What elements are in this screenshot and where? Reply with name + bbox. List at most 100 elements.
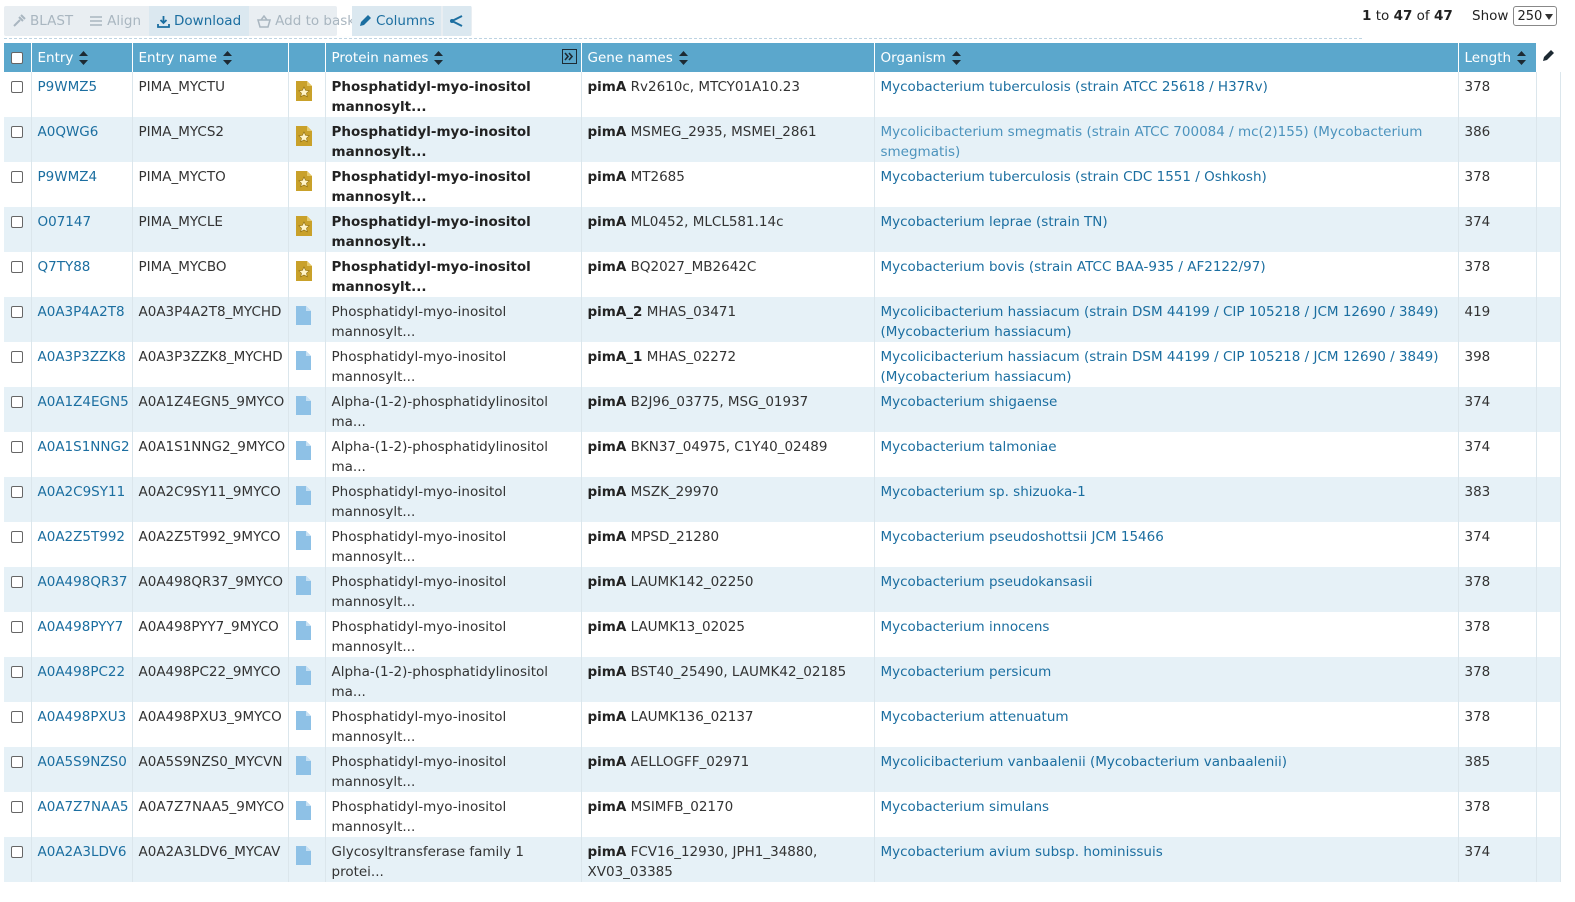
- entry-link[interactable]: A0A3P4A2T8: [38, 304, 125, 320]
- table-row[interactable]: A0A3P4A2T8 A0A3P4A2T8_MYCHD Phosphatidyl-m…: [4, 297, 1561, 342]
- table-row[interactable]: A0A2A3LDV6 A0A2A3LDV6_MYCAV Glycosyltransf…: [4, 837, 1561, 882]
- table-row[interactable]: P9WMZ4 PIMA_MYCTO Phosphatidyl-myo-inosito…: [4, 162, 1561, 207]
- organism-cell: Mycobacterium bovis (strain ATCC BAA-935…: [874, 252, 1459, 297]
- align-button[interactable]: Align: [81, 6, 149, 36]
- organism-link[interactable]: Mycobacterium innocens: [881, 619, 1050, 635]
- organism-link[interactable]: Mycobacterium shigaense: [881, 394, 1058, 410]
- row-checkbox[interactable]: [11, 531, 23, 543]
- table-row[interactable]: A0A498PXU3 A0A498PXU3_9MYCO Phosphatidyl-m…: [4, 702, 1561, 747]
- organism-link[interactable]: Mycolicibacterium hassiacum (strain DSM …: [881, 304, 1439, 340]
- table-row[interactable]: A0A498QR37 A0A498QR37_9MYCO Phosphatidyl-m…: [4, 567, 1561, 612]
- entry-name-cell: A0A498PXU3_9MYCO: [132, 702, 289, 747]
- row-checkbox[interactable]: [11, 846, 23, 858]
- organism-link[interactable]: Mycobacterium tuberculosis (strain CDC 1…: [881, 169, 1267, 185]
- row-checkbox[interactable]: [11, 126, 23, 138]
- column-entry-name[interactable]: Entry name: [132, 43, 289, 72]
- blast-button[interactable]: BLAST: [4, 6, 81, 36]
- organism-link[interactable]: Mycobacterium sp. shizuoka-1: [881, 484, 1086, 500]
- table-row[interactable]: A0QWG6 PIMA_MYCS2 Phosphatidyl-myo-inosito…: [4, 117, 1561, 162]
- download-button[interactable]: Download: [149, 6, 250, 36]
- organism-link[interactable]: Mycobacterium leprae (strain TN): [881, 214, 1108, 230]
- share-button[interactable]: [442, 6, 471, 36]
- entry-link[interactable]: A0A7Z7NAA5: [38, 799, 129, 815]
- gene-others: LAUMK136_02137: [630, 709, 754, 725]
- table-row[interactable]: A0A1Z4EGN5 A0A1Z4EGN5_9MYCO Alpha-(1-2)-ph…: [4, 387, 1561, 432]
- table-row[interactable]: A0A7Z7NAA5 A0A7Z7NAA5_9MYCO Phosphatidyl-m…: [4, 792, 1561, 837]
- gene-names-cell: pimA BQ2027_MB2642C: [581, 252, 875, 297]
- row-checkbox[interactable]: [11, 81, 23, 93]
- row-checkbox[interactable]: [11, 576, 23, 588]
- table-row[interactable]: A0A3P3ZZK8 A0A3P3ZZK8_MYCHD Phosphatidyl-m…: [4, 342, 1561, 387]
- table-row[interactable]: A0A498PC22 A0A498PC22_9MYCO Alpha-(1-2)-ph…: [4, 657, 1561, 702]
- align-icon: [89, 15, 103, 27]
- organism-link[interactable]: Mycobacterium pseudoshottsii JCM 15466: [881, 529, 1164, 545]
- entry-link[interactable]: Q7TY88: [38, 259, 91, 275]
- row-checkbox[interactable]: [11, 261, 23, 273]
- table-row[interactable]: Q7TY88 PIMA_MYCBO Phosphatidyl-myo-inosito…: [4, 252, 1561, 297]
- organism-link[interactable]: Mycolicibacterium vanbaalenii (Mycobacte…: [881, 754, 1288, 770]
- entry-link[interactable]: A0QWG6: [38, 124, 99, 140]
- organism-link[interactable]: Mycobacterium tuberculosis (strain ATCC …: [881, 79, 1268, 95]
- status-cell: [288, 207, 326, 252]
- organism-link[interactable]: Mycobacterium bovis (strain ATCC BAA-935…: [881, 259, 1266, 275]
- entry-link[interactable]: P9WMZ5: [38, 79, 98, 95]
- reviewed-icon: [295, 216, 313, 241]
- row-edit-cell: [1536, 432, 1561, 477]
- entry-link[interactable]: A0A498PXU3: [38, 709, 127, 725]
- entry-link[interactable]: O07147: [38, 214, 92, 230]
- row-checkbox[interactable]: [11, 711, 23, 723]
- table-row[interactable]: A0A1S1NNG2 A0A1S1NNG2_9MYCO Alpha-(1-2)-ph…: [4, 432, 1561, 477]
- entry-link[interactable]: A0A1Z4EGN5: [38, 394, 129, 410]
- entry-link[interactable]: P9WMZ4: [38, 169, 98, 185]
- table-row[interactable]: A0A2C9SY11 A0A2C9SY11_9MYCO Phosphatidyl-m…: [4, 477, 1561, 522]
- organism-cell: Mycolicibacterium hassiacum (strain DSM …: [874, 342, 1459, 387]
- entry-link[interactable]: A0A2Z5T992: [38, 529, 126, 545]
- organism-link[interactable]: Mycobacterium simulans: [881, 799, 1050, 815]
- edit-columns-icon[interactable]: [1541, 49, 1555, 67]
- row-checkbox[interactable]: [11, 306, 23, 318]
- column-edit[interactable]: [1535, 43, 1561, 72]
- entry-name-cell: A0A3P4A2T8_MYCHD: [132, 297, 289, 342]
- row-checkbox[interactable]: [11, 441, 23, 453]
- protein-name: Phosphatidyl-myo-inositol mannosylt...: [331, 484, 507, 520]
- entry-link[interactable]: A0A498QR37: [38, 574, 128, 590]
- table-row[interactable]: A0A2Z5T992 A0A2Z5T992_9MYCO Phosphatidyl-m…: [4, 522, 1561, 567]
- column-gene-names[interactable]: Gene names: [581, 43, 875, 72]
- row-edit-cell: [1536, 207, 1561, 252]
- row-checkbox[interactable]: [11, 666, 23, 678]
- row-checkbox[interactable]: [11, 171, 23, 183]
- row-checkbox[interactable]: [11, 621, 23, 633]
- organism-link[interactable]: Mycobacterium attenuatum: [881, 709, 1069, 725]
- expand-column-icon[interactable]: [561, 49, 577, 68]
- row-checkbox[interactable]: [11, 756, 23, 768]
- columns-button[interactable]: Columns: [352, 6, 441, 36]
- entry-link[interactable]: A0A498PC22: [38, 664, 126, 680]
- entry-link[interactable]: A0A1S1NNG2: [38, 439, 130, 455]
- entry-link[interactable]: A0A2C9SY11: [38, 484, 126, 500]
- entry-link[interactable]: A0A3P3ZZK8: [38, 349, 126, 365]
- column-protein-names[interactable]: Protein names: [325, 43, 582, 72]
- table-row[interactable]: P9WMZ5 PIMA_MYCTU Phosphatidyl-myo-inosito…: [4, 72, 1561, 117]
- entry-link[interactable]: A0A2A3LDV6: [38, 844, 127, 860]
- organism-link[interactable]: Mycobacterium avium subsp. hominissuis: [881, 844, 1163, 860]
- organism-link[interactable]: Mycolicibacterium hassiacum (strain DSM …: [881, 349, 1439, 385]
- entry-link[interactable]: A0A5S9NZS0: [38, 754, 127, 770]
- row-checkbox[interactable]: [11, 351, 23, 363]
- row-checkbox[interactable]: [11, 216, 23, 228]
- table-row[interactable]: A0A5S9NZS0 A0A5S9NZS0_MYCVN Phosphatidyl-m…: [4, 747, 1561, 792]
- column-entry[interactable]: Entry: [31, 43, 133, 72]
- select-all-checkbox[interactable]: [11, 51, 23, 64]
- table-row[interactable]: O07147 PIMA_MYCLE Phosphatidyl-myo-inosito…: [4, 207, 1561, 252]
- row-checkbox[interactable]: [11, 486, 23, 498]
- column-organism[interactable]: Organism: [874, 43, 1459, 72]
- organism-link[interactable]: Mycobacterium talmoniae: [881, 439, 1057, 455]
- organism-link[interactable]: Mycolicibacterium smegmatis (strain ATCC…: [881, 124, 1423, 160]
- row-checkbox[interactable]: [11, 801, 23, 813]
- organism-link[interactable]: Mycobacterium pseudokansasii: [881, 574, 1093, 590]
- table-row[interactable]: A0A498PYY7 A0A498PYY7_9MYCO Phosphatidyl-m…: [4, 612, 1561, 657]
- organism-link[interactable]: Mycobacterium persicum: [881, 664, 1052, 680]
- page-size-select[interactable]: 250: [1513, 6, 1558, 26]
- entry-link[interactable]: A0A498PYY7: [38, 619, 124, 635]
- row-checkbox[interactable]: [11, 396, 23, 408]
- column-length[interactable]: Length: [1458, 43, 1537, 72]
